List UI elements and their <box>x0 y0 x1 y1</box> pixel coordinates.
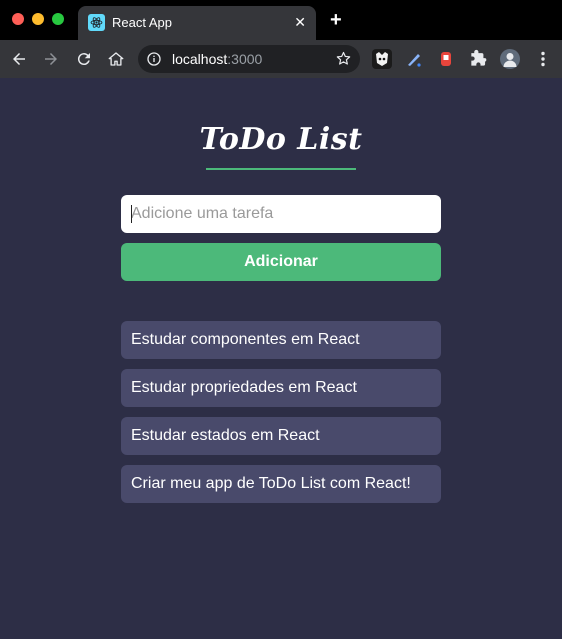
menu-icon[interactable] <box>533 49 553 69</box>
task-item[interactable]: Estudar propriedades em React <box>121 369 441 407</box>
reload-icon[interactable] <box>73 48 95 70</box>
url-port: :3000 <box>227 51 263 67</box>
task-item[interactable]: Criar meu app de ToDo List com React! <box>121 465 441 503</box>
extension-dark-icon[interactable] <box>372 49 392 69</box>
tab-title: React App <box>112 15 172 30</box>
info-icon[interactable] <box>146 51 162 72</box>
window-close-button[interactable] <box>12 13 24 25</box>
add-task-button[interactable]: Adicionar <box>121 243 441 281</box>
extension-red-icon[interactable] <box>436 49 456 69</box>
url-text: localhost:3000 <box>172 51 262 67</box>
page-title: ToDo List <box>199 122 363 157</box>
task-item[interactable]: Estudar estados em React <box>121 417 441 455</box>
window-minimize-button[interactable] <box>32 13 44 25</box>
extension-pen-icon[interactable] <box>404 49 424 69</box>
plus-icon[interactable]: + <box>330 10 342 30</box>
browser-titlebar: React App ✕ + <box>0 0 562 40</box>
puzzle-icon[interactable] <box>468 49 488 69</box>
profile-avatar[interactable] <box>500 49 520 69</box>
home-icon[interactable] <box>105 48 127 70</box>
back-icon[interactable] <box>8 48 30 70</box>
task-item[interactable]: Estudar componentes em React <box>121 321 441 359</box>
browser-tab[interactable]: React App ✕ <box>78 6 316 40</box>
task-input[interactable] <box>121 195 441 233</box>
forward-icon[interactable] <box>40 48 62 70</box>
text-caret <box>131 205 132 223</box>
url-host: localhost <box>172 51 228 67</box>
star-icon[interactable] <box>335 50 352 72</box>
react-favicon-icon <box>88 14 105 31</box>
task-list: Estudar componentes em React Estudar pro… <box>121 321 441 513</box>
close-icon[interactable]: ✕ <box>294 13 306 31</box>
window-maximize-button[interactable] <box>52 13 64 25</box>
title-underline <box>206 168 356 170</box>
address-bar[interactable]: localhost:3000 <box>138 45 360 73</box>
browser-toolbar: localhost:3000 <box>0 40 562 78</box>
